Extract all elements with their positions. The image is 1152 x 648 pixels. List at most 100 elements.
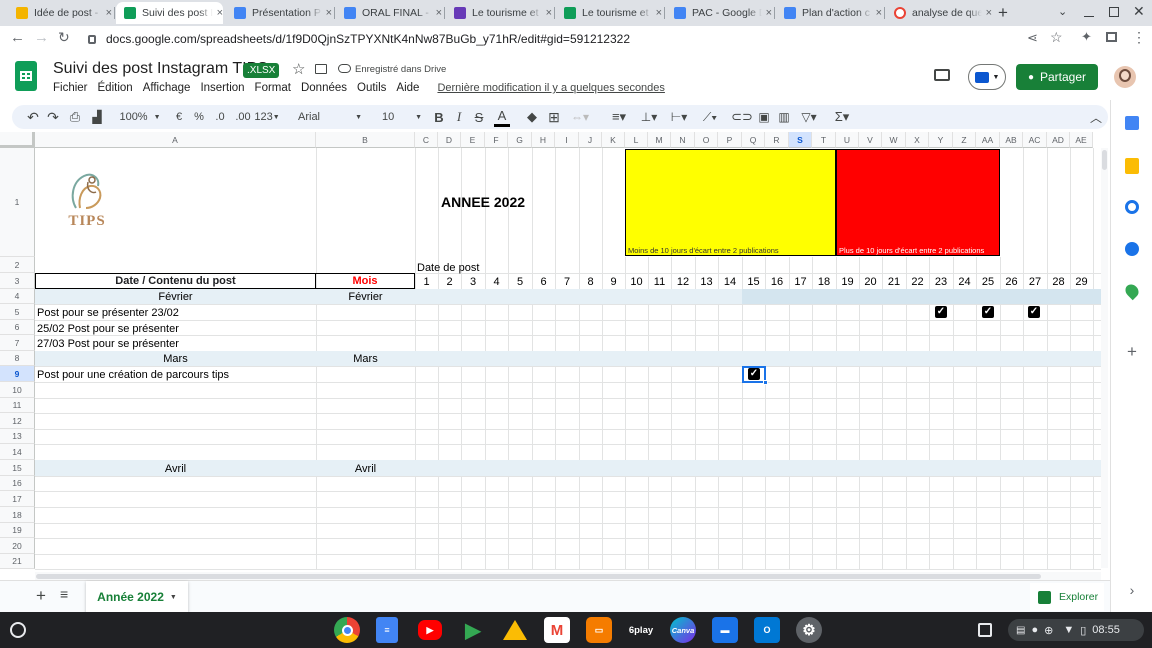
day-number[interactable]: 9 (602, 274, 625, 289)
youtube-icon[interactable]: ▶ (418, 620, 442, 640)
font-select[interactable]: Arial ▼ (294, 105, 366, 129)
close-icon[interactable]: × (217, 7, 223, 19)
month-fevrier-b[interactable]: Février (316, 289, 415, 304)
row-header[interactable]: 20 (0, 538, 35, 554)
month-avril-b[interactable]: Avril (316, 461, 415, 476)
day-number[interactable]: 13 (695, 274, 718, 289)
day-number[interactable]: 29 (1070, 274, 1093, 289)
close-icon[interactable]: × (546, 7, 552, 19)
new-tab-button[interactable]: + (998, 3, 1008, 23)
share-page-icon[interactable]: ⋖ (1027, 30, 1038, 46)
tasks-icon[interactable] (1125, 200, 1139, 214)
undo-icon[interactable]: ↶ (24, 105, 42, 129)
day-number[interactable]: 3 (461, 274, 485, 289)
explore-button[interactable]: Explorer (1030, 583, 1104, 611)
row-header[interactable]: 5 (0, 304, 35, 320)
month-avril-a[interactable]: Avril (35, 461, 316, 476)
merge-cells-icon[interactable]: ⇔▾ (568, 105, 592, 129)
functions-icon[interactable]: Σ▾ (830, 105, 854, 129)
header-mois[interactable]: Mois (316, 273, 415, 289)
day-number[interactable]: 22 (906, 274, 929, 289)
menu-aide[interactable]: Aide (396, 82, 419, 94)
borders-icon[interactable]: ⊞ (546, 105, 562, 129)
day-number[interactable]: 19 (836, 274, 859, 289)
zoom-select[interactable]: 100% ▼ (116, 105, 164, 129)
day-number[interactable]: 23 (929, 274, 953, 289)
day-number[interactable]: 4 (485, 274, 508, 289)
row-header[interactable]: 18 (0, 507, 35, 523)
day-number[interactable]: 15 (742, 274, 765, 289)
row-header[interactable]: 6 (0, 320, 35, 335)
row-header[interactable]: 17 (0, 491, 35, 507)
row-header[interactable]: 4 (0, 289, 35, 304)
close-icon[interactable]: × (656, 7, 662, 19)
close-icon[interactable]: × (766, 7, 772, 19)
docs-icon[interactable]: ≡ (376, 617, 398, 643)
close-icon[interactable]: × (106, 7, 112, 19)
back-icon[interactable]: ← (10, 29, 25, 46)
chrome-icon[interactable] (334, 617, 360, 643)
close-icon[interactable]: × (876, 7, 882, 19)
row-header[interactable]: 13 (0, 429, 35, 444)
row-header[interactable]: 7 (0, 335, 35, 351)
add-sheet-icon[interactable]: + (36, 586, 46, 606)
percent-button[interactable]: % (192, 105, 206, 129)
tab-search-icon[interactable]: ⌄ (1058, 5, 1067, 18)
gmail-icon[interactable]: M (544, 617, 570, 643)
minimize-icon[interactable] (1084, 3, 1094, 17)
fill-handle[interactable] (763, 380, 768, 385)
browser-tab[interactable]: ORAL FINAL - G× (336, 2, 442, 24)
menu-format[interactable]: Format (255, 82, 291, 94)
move-folder-icon[interactable] (315, 64, 327, 74)
sidepanel-icon[interactable] (1106, 32, 1117, 42)
reload-icon[interactable]: ↻ (58, 29, 70, 46)
contacts-icon[interactable] (1125, 242, 1139, 256)
row-header[interactable]: 12 (0, 413, 35, 429)
day-number[interactable]: 26 (1000, 274, 1023, 289)
share-button[interactable]: ● Partager (1016, 64, 1098, 90)
day-number[interactable]: 1 (415, 274, 438, 289)
day-number[interactable]: 2 (438, 274, 461, 289)
browser-tab[interactable]: Le tourisme et × (446, 2, 552, 24)
decrease-decimal-button[interactable]: .0 (212, 105, 228, 129)
vertical-scrollbar[interactable] (1101, 148, 1108, 568)
menu-edition[interactable]: Édition (98, 82, 133, 94)
keep-icon[interactable] (1125, 158, 1139, 174)
month-mars-b[interactable]: Mars (316, 351, 415, 366)
forward-icon[interactable]: → (34, 29, 49, 46)
horizontal-scrollbar[interactable] (35, 572, 1101, 580)
text-rotation-icon[interactable]: ⟋▾ (698, 105, 722, 129)
close-icon[interactable]: × (436, 7, 442, 19)
drive-icon[interactable] (502, 617, 528, 643)
paint-format-icon[interactable]: ▟ (88, 105, 106, 129)
maximize-icon[interactable] (1109, 7, 1119, 17)
text-wrap-icon[interactable]: ⊢▾ (668, 105, 690, 129)
status-tray[interactable]: ▤ ● ⊕ ▼ ▯ 08:55 (1008, 619, 1144, 641)
month-mars-a[interactable]: Mars (35, 351, 316, 366)
checkbox-checked[interactable]: ✓ (748, 368, 760, 380)
checkbox-checked[interactable]: ✓ (935, 306, 947, 318)
print-icon[interactable]: ⎙ (66, 105, 84, 129)
insert-link-icon[interactable]: ⊂⊃ (731, 105, 753, 129)
row-header[interactable]: 1 (0, 148, 35, 257)
calendar-icon[interactable] (1125, 116, 1139, 130)
day-number[interactable]: 21 (882, 274, 906, 289)
number-format-select[interactable]: 123 ▼ (254, 105, 280, 129)
browser-tab[interactable]: Idée de post - G× (8, 2, 112, 24)
url-field[interactable]: docs.google.com/spreadsheets/d/1f9D0QjnS… (80, 28, 1080, 50)
settings-icon[interactable]: ⚙ (796, 617, 822, 643)
maps-icon[interactable] (1122, 281, 1142, 301)
browser-tab[interactable]: analyse de que × (886, 2, 992, 24)
day-number[interactable]: 18 (812, 274, 836, 289)
document-title[interactable]: Suivi des post Instagram TIPS (53, 60, 268, 78)
row-header[interactable]: 21 (0, 554, 35, 569)
checkbox-checked[interactable]: ✓ (982, 306, 994, 318)
post-row-9[interactable]: Post pour une création de parcours tips (37, 367, 229, 382)
increase-decimal-button[interactable]: .00 (232, 105, 254, 129)
day-number[interactable]: 17 (789, 274, 812, 289)
day-number[interactable]: 25 (976, 274, 1000, 289)
day-number[interactable]: 8 (579, 274, 602, 289)
horizontal-align-icon[interactable]: ≡▾ (608, 105, 630, 129)
vertical-align-icon[interactable]: ⊥▾ (638, 105, 660, 129)
bookmark-star-icon[interactable]: ☆ (1050, 29, 1063, 46)
